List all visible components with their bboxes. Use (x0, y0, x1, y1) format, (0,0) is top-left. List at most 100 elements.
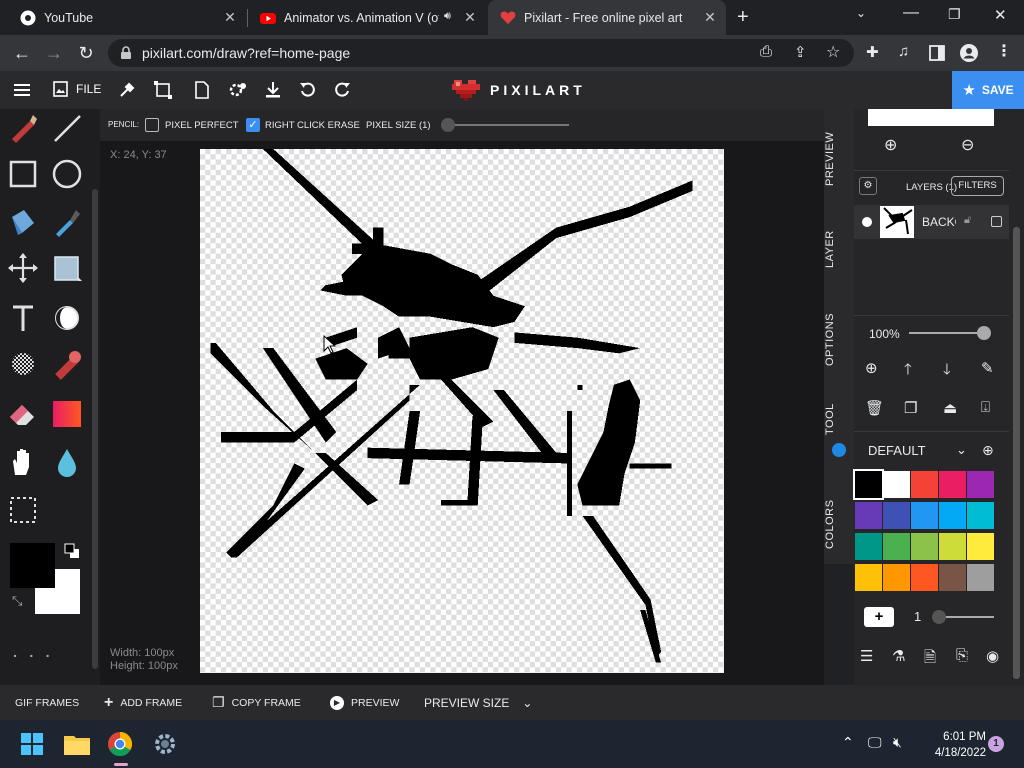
move-layer-down-icon[interactable]: 🡓 (943, 359, 951, 384)
gradient-tool-icon[interactable] (50, 397, 84, 431)
tab-youtube[interactable]: YouTube ✕ (8, 0, 246, 35)
forward-arrow-icon[interactable]: → (42, 41, 66, 65)
color-swatch[interactable] (939, 564, 966, 591)
pencil-tool-icon[interactable] (6, 111, 40, 145)
url-text[interactable]: pixilart.com/draw?ref=home-page (142, 45, 350, 61)
media-control-icon[interactable]: ♫ (898, 43, 909, 60)
profile-avatar-icon[interactable] (960, 44, 978, 62)
color-swatch[interactable] (883, 471, 910, 498)
zoom-out-icon[interactable]: ⊖ (961, 135, 974, 155)
add-palette-icon[interactable]: ⊕ (982, 442, 994, 459)
delete-layer-icon[interactable]: 🗑︎ (865, 399, 884, 417)
address-bar[interactable]: pixilart.com/draw?ref=home-page ⎙ ⇪ ☆ (108, 39, 854, 67)
line-tool-icon[interactable] (50, 111, 84, 145)
copy-frame-button[interactable]: ❐ COPY FRAME (212, 685, 301, 720)
pixel-perfect-checkbox[interactable] (145, 118, 159, 132)
scrollbar-thumb[interactable] (92, 189, 98, 669)
file-menu-button[interactable]: FILE (52, 80, 101, 98)
right-click-erase-checkbox[interactable]: ✓ (246, 118, 260, 132)
color-swatch[interactable] (911, 471, 938, 498)
hamburger-menu-icon[interactable] (12, 80, 32, 100)
scrollbar-thumb[interactable] (1013, 227, 1020, 679)
color-swatch[interactable] (883, 502, 910, 529)
more-dots-icon[interactable]: ⠂⠂⠂ (12, 649, 61, 666)
back-arrow-icon[interactable]: ← (10, 41, 34, 65)
close-icon[interactable]: ✕ (222, 9, 238, 25)
move-tool-icon[interactable] (6, 251, 40, 285)
dither-pattern-icon[interactable] (6, 347, 40, 381)
close-icon[interactable]: ✕ (702, 9, 718, 25)
minimize-icon[interactable]: — (903, 4, 919, 22)
new-document-icon[interactable] (192, 80, 212, 100)
redo-icon[interactable] (332, 80, 352, 100)
system-clock[interactable]: 6:01 PM 4/18/2022 (935, 729, 986, 761)
settings-gear-taskbar-icon[interactable] (153, 732, 177, 756)
expand-arrows-icon[interactable]: ⤡ (12, 593, 22, 609)
list-view-icon[interactable]: ☰ (860, 647, 873, 665)
layer-name[interactable]: BACKG (922, 215, 956, 229)
pixel-size-slider-track[interactable] (445, 124, 569, 126)
ellipse-tool-icon[interactable] (50, 157, 84, 191)
pixilart-logo[interactable]: PIXILART (452, 78, 586, 102)
file-explorer-icon[interactable] (64, 733, 90, 755)
download-icon[interactable] (263, 80, 283, 100)
window-close-icon[interactable]: ✕ (994, 6, 1007, 24)
share-icon[interactable]: ⇪ (794, 43, 807, 61)
reload-icon[interactable]: ↻ (74, 41, 98, 65)
tab-pixilart[interactable]: Pixilart - Free online pixel art dra ✕ (488, 0, 726, 35)
windows-start-icon[interactable] (21, 733, 43, 755)
color-swatch[interactable] (855, 502, 882, 529)
color-swatch[interactable] (967, 471, 994, 498)
new-tab-button[interactable]: + (737, 6, 749, 28)
install-icon[interactable]: ⎙ (760, 43, 772, 60)
swap-colors-icon[interactable] (64, 543, 80, 559)
preview-size-dropdown[interactable]: PREVIEW SIZE ⌄ (424, 685, 532, 720)
side-panel-icon[interactable] (929, 45, 945, 61)
layer-row[interactable]: BACKG 🔓︎ (854, 205, 1009, 239)
color-swatch[interactable] (939, 502, 966, 529)
speaker-icon[interactable]: 🔊︎ (444, 10, 451, 23)
dither-moon-icon[interactable] (50, 301, 84, 335)
opacity-slider-track[interactable] (909, 332, 984, 334)
shape-tool-icon[interactable] (50, 251, 84, 285)
paint-bucket-icon[interactable] (6, 205, 40, 239)
merge-layer-up-icon[interactable]: ⏏︎ (943, 399, 957, 417)
drawing-canvas[interactable] (200, 149, 724, 673)
tab-search-chevron-icon[interactable]: ⌄ (856, 6, 866, 20)
chrome-taskbar-icon[interactable] (108, 732, 132, 756)
speaker-muted-icon[interactable]: 🔇︎ (893, 734, 902, 751)
save-button[interactable]: ★ SAVE (952, 71, 1024, 109)
eyedropper-icon[interactable] (117, 80, 137, 100)
import-palette-icon[interactable]: 🗎︎ (924, 647, 936, 672)
move-layer-up-icon[interactable]: 🡑 (904, 359, 912, 384)
preview-frames-button[interactable]: ▶ PREVIEW (330, 685, 399, 720)
color-swatch[interactable] (883, 533, 910, 560)
tab-layer[interactable]: LAYER (824, 219, 854, 279)
filters-button[interactable]: FILTERS (951, 176, 1004, 196)
gif-frames-button[interactable]: GIF FRAMES (15, 685, 79, 720)
duplicate-layer-icon[interactable]: ❐ (904, 399, 917, 417)
layer-lock-icon[interactable]: 🔓︎ (964, 214, 971, 227)
close-icon[interactable]: ✕ (462, 9, 478, 25)
add-color-button[interactable]: + (864, 607, 894, 627)
undo-icon[interactable] (298, 80, 318, 100)
kebab-menu-icon[interactable]: ⋮ (996, 41, 1012, 61)
bookmark-star-icon[interactable]: ☆ (826, 42, 840, 62)
notification-badge[interactable]: 1 (988, 736, 1004, 752)
right-panel-scrollbar[interactable] (1009, 109, 1024, 685)
lock-icon[interactable] (120, 46, 132, 60)
edit-layer-icon[interactable]: ✎ (981, 359, 994, 377)
tools-scrollbar[interactable] (90, 109, 100, 685)
resize-canvas-icon[interactable] (153, 80, 173, 100)
color-swatch[interactable] (911, 533, 938, 560)
tab-tool[interactable]: TOOL (824, 394, 854, 444)
color-swatch[interactable] (855, 564, 882, 591)
hand-pan-icon[interactable] (6, 445, 40, 479)
extensions-puzzle-icon[interactable]: ✚ (866, 43, 879, 61)
text-tool-icon[interactable] (6, 301, 40, 335)
layer-visibility-dot[interactable] (862, 217, 872, 227)
tab-preview[interactable]: PREVIEW (824, 124, 854, 194)
tab-animator-video[interactable]: Animator vs. Animation V (of 🔊︎ ✕ (248, 0, 486, 35)
color-swatch[interactable] (911, 564, 938, 591)
palette-dropdown-chevron-icon[interactable]: ⌄ (956, 442, 967, 458)
